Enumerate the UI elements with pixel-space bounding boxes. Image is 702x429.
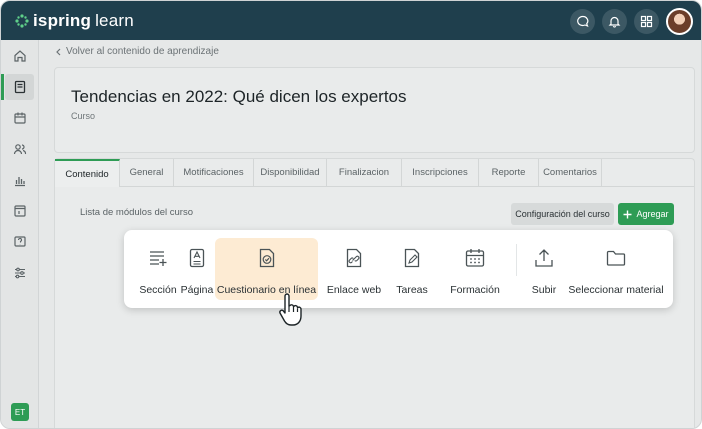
ispring-logo[interactable]: ispring learn (15, 11, 134, 31)
task-icon (404, 244, 420, 272)
modules-list-label: Lista de módulos del curso (80, 207, 194, 218)
menu-item-label: Página (180, 284, 214, 296)
training-calendar-icon (465, 244, 485, 272)
menu-item-section[interactable]: Sección (136, 238, 180, 300)
logo-icon (15, 14, 29, 28)
brand-suffix: learn (95, 11, 134, 30)
menu-item-label: Enlace web (326, 284, 382, 296)
courses-icon[interactable] (1, 74, 34, 100)
folder-icon (606, 244, 626, 272)
upload-icon (534, 244, 554, 272)
user-initials-badge[interactable]: ET (11, 403, 29, 421)
course-title: Tendencias en 2022: Qué dicen los expert… (71, 87, 407, 106)
section-icon (148, 244, 168, 272)
tab-inscripciones[interactable]: Inscripciones (402, 159, 479, 187)
chat-icon[interactable] (570, 9, 595, 34)
menu-item-select-material[interactable]: Seleccionar material (568, 238, 664, 300)
settings-icon[interactable] (5, 260, 34, 286)
tab-motificaciones[interactable]: Motificaciones (174, 159, 254, 187)
plus-icon (623, 210, 632, 218)
menu-item-training[interactable]: Formación (446, 238, 504, 300)
chevron-left-icon (56, 48, 61, 55)
menu-item-label: Sección (139, 284, 177, 296)
menu-item-label: Formación (450, 284, 500, 296)
page-icon (189, 244, 205, 272)
reports-icon[interactable] (5, 167, 34, 193)
menu-item-page[interactable]: Página (178, 238, 216, 300)
back-link-label: Volver al contenido de aprendizaje (66, 46, 219, 57)
menu-item-label: Tareas (396, 284, 428, 296)
home-icon[interactable] (5, 43, 34, 69)
hand-pointer-cursor-icon (279, 293, 302, 326)
brand-name: ispring (33, 11, 92, 30)
link-icon (346, 244, 362, 272)
apps-grid-icon[interactable] (634, 9, 659, 34)
tab-finalizacion[interactable]: Finalizacion (327, 159, 402, 187)
course-type: Curso (71, 111, 96, 121)
users-icon[interactable] (5, 136, 34, 162)
menu-item-label: Seleccionar material (568, 284, 664, 296)
tab-comentarios[interactable]: Comentarios (539, 159, 602, 187)
menu-item-web-link[interactable]: Enlace web (324, 238, 384, 300)
catalog-icon[interactable] (5, 198, 34, 224)
tabs-underline (538, 186, 694, 187)
menu-item-upload[interactable]: Subir (524, 238, 564, 300)
app-window: ispring learn ET Volver al contenido de … (0, 0, 702, 429)
menu-item-label: Subir (531, 284, 557, 296)
add-button[interactable]: Agregar (618, 203, 674, 225)
quiz-icon (259, 244, 275, 272)
add-button-label: Agregar (636, 209, 669, 219)
help-icon[interactable] (5, 229, 34, 255)
tab-reporte[interactable]: Reporte (479, 159, 539, 187)
sidebar: ET (1, 40, 39, 428)
bell-icon[interactable] (602, 9, 627, 34)
back-link[interactable]: Volver al contenido de aprendizaje (55, 46, 219, 57)
menu-item-online-quiz[interactable]: Cuestionario en línea (215, 238, 318, 300)
menu-item-tasks[interactable]: Tareas (390, 238, 434, 300)
calendar-icon[interactable] (5, 105, 34, 131)
add-content-menu: Sección Página Cuestionario en línea Enl… (124, 230, 673, 308)
tab-general[interactable]: General (120, 159, 174, 187)
menu-divider (516, 244, 517, 276)
tab-bar: Contenido General Motificaciones Disponi… (55, 159, 602, 187)
user-avatar[interactable] (666, 8, 693, 35)
top-bar: ispring learn (1, 1, 701, 40)
course-settings-button[interactable]: Configuración del curso (511, 203, 614, 225)
course-header-card: Tendencias en 2022: Qué dicen los expert… (54, 67, 695, 153)
tab-contenido[interactable]: Contenido (55, 159, 120, 187)
tab-disponibilidad[interactable]: Disponibilidad (254, 159, 327, 187)
